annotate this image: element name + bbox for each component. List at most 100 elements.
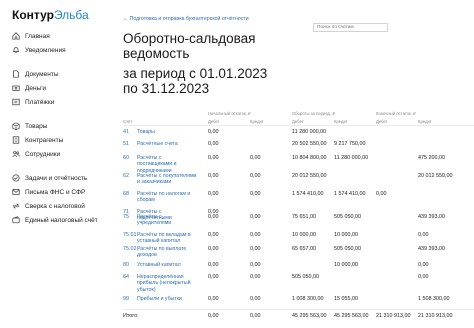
account-number[interactable]: 75: [123, 214, 129, 220]
main-content: ← Подготовка и отправка бухгалтерской от…: [108, 0, 474, 328]
total-closing-credit: 21 310 913,00: [418, 313, 453, 319]
sidebar-item-goods[interactable]: Товары: [12, 122, 47, 130]
account-number[interactable]: 75.02: [123, 246, 137, 252]
account-name[interactable]: Расчёты по выплате доходов: [137, 246, 197, 259]
account-number[interactable]: 51: [123, 141, 129, 147]
reconcile-icon: [12, 203, 20, 209]
opening-credit: 0,00: [250, 173, 261, 179]
sidebar: КонтурЭльба Главная Уведомления Документ…: [0, 0, 108, 328]
account-column-header: Счёт: [123, 119, 133, 124]
sidebar-item-label: Письма ФНС и СФР: [25, 188, 86, 196]
account-number[interactable]: 60: [123, 155, 129, 161]
search-input[interactable]: [313, 23, 388, 32]
sidebar-item-contractors[interactable]: Контрагенты: [12, 136, 63, 144]
sidebar-item-notifications[interactable]: Уведомления: [12, 46, 66, 54]
mail-icon: [12, 189, 20, 195]
opening-debit: 0,00: [208, 274, 219, 280]
sidebar-item-label: Уведомления: [25, 46, 66, 54]
sidebar-item-home[interactable]: Главная: [12, 32, 50, 40]
account-name[interactable]: Расчётные счета: [137, 141, 197, 147]
sidebar-item-label: Платёжки: [25, 98, 55, 106]
closing-credit-header: Кредит: [418, 119, 432, 124]
opening-debit: 0,00: [208, 246, 219, 252]
sidebar-item-label: Главная: [25, 32, 50, 40]
opening-credit: 0,00: [250, 191, 261, 197]
header-divider: [123, 125, 474, 126]
opening-credit: 0,00: [250, 214, 261, 220]
sidebar-item-tax-reconciliation[interactable]: Сверка с налоговой: [12, 202, 85, 210]
account-number[interactable]: 62: [123, 173, 129, 179]
turnover-credit: 10 000,00: [334, 262, 358, 268]
app-logo[interactable]: КонтурЭльба: [12, 8, 89, 22]
box-icon: [12, 122, 20, 130]
tasks-icon: [12, 174, 20, 182]
turnover-debit: 10 000,00: [292, 232, 316, 238]
sidebar-item-label: Единый налоговый счёт: [25, 216, 98, 224]
account-name[interactable]: Расчёты с поставщиками и подрядчиками: [137, 155, 197, 174]
opening-debit: 0,00: [208, 262, 219, 268]
account-number[interactable]: 41: [123, 129, 129, 135]
account-name[interactable]: Расчёты с учредителями: [137, 214, 197, 227]
account-number[interactable]: 80: [123, 262, 129, 268]
opening-debit: 0,00: [208, 141, 219, 147]
page-title-line-1: Оборотно-сальдовая: [123, 31, 256, 46]
turnover-debit: 11 280 000,00: [292, 129, 327, 135]
account-name[interactable]: Уставный капитал: [137, 262, 197, 268]
closing-balance-header: Конечный остаток, ₽: [376, 111, 416, 116]
sidebar-item-label: Задачи и отчётность: [25, 174, 88, 182]
page-title-line-2: ведомость: [123, 46, 190, 61]
home-icon: [12, 32, 20, 40]
closing-credit: 20 012 550,00: [418, 173, 453, 179]
document-icon: [13, 70, 19, 78]
sidebar-item-label: Сотрудники: [25, 150, 61, 158]
sidebar-item-payments[interactable]: Платёжки: [12, 98, 54, 106]
page-subtitle-line-1: за период с 01.01.2023: [123, 66, 268, 81]
account-name[interactable]: Нераспределённая прибыль (непокрытый убы…: [137, 274, 197, 293]
opening-debit: 0,00: [208, 296, 219, 302]
account-number[interactable]: 75.01: [123, 232, 137, 238]
total-closing-debit: 21 310 913,00: [376, 313, 411, 319]
turnover-debit: 1 008 300,00: [292, 296, 324, 302]
account-number[interactable]: 84: [123, 274, 129, 280]
closing-credit: 475 200,00: [418, 155, 445, 161]
sidebar-item-fns-letters[interactable]: Письма ФНС и СФР: [12, 188, 85, 196]
total-divider: [123, 309, 474, 310]
account-name[interactable]: Расчёты по налогам и сборам: [137, 191, 197, 204]
account-name[interactable]: Расчёты с покупателями и заказчиками: [137, 173, 197, 186]
sidebar-item-employees[interactable]: Сотрудники: [12, 150, 60, 158]
turnover-debit: 10 804 800,00: [292, 155, 327, 161]
total-opening-debit: 0,00: [208, 313, 219, 319]
contractors-icon: [12, 136, 20, 144]
turnover-header: Обороты за период, ₽: [292, 111, 335, 116]
account-number[interactable]: 99: [123, 296, 129, 302]
opening-debit: 0,00: [208, 155, 219, 161]
sidebar-item-tasks[interactable]: Задачи и отчётность: [12, 174, 87, 182]
employees-icon: [12, 151, 20, 158]
opening-debit: 0,00: [208, 214, 219, 220]
breadcrumb[interactable]: ← Подготовка и отправка бухгалтерской от…: [123, 16, 249, 22]
opening-balance-header: Начальный остаток, ₽: [208, 111, 251, 116]
closing-debit: 0,00: [376, 191, 387, 197]
closing-credit: 0,00: [418, 274, 429, 280]
opening-credit: 0,00: [250, 296, 261, 302]
sidebar-item-label: Документы: [25, 70, 59, 78]
account-number[interactable]: 68: [123, 191, 129, 197]
account-name[interactable]: Товары: [137, 129, 197, 135]
total-turnover-debit: 45 295 563,00: [292, 313, 327, 319]
tax-account-icon: [12, 216, 20, 224]
sidebar-item-label: Контрагенты: [25, 136, 64, 144]
closing-credit: 439 393,00: [418, 246, 445, 252]
account-name[interactable]: Прибыли и убытки: [137, 296, 197, 302]
payment-icon: [12, 98, 20, 106]
turnover-debit: 20 012 550,00: [292, 173, 327, 179]
opening-credit: 0,00: [250, 155, 261, 161]
opening-debit: 0,00: [208, 191, 219, 197]
sidebar-item-money[interactable]: Деньги: [12, 84, 46, 92]
closing-debit-header: Дебет: [376, 119, 388, 124]
logo-product: Эльба: [53, 8, 89, 22]
account-name[interactable]: Расчёты по вкладам в уставный капитал: [137, 232, 197, 245]
sidebar-item-documents[interactable]: Документы: [12, 70, 59, 78]
total-label: Итого:: [123, 313, 139, 319]
sidebar-item-tax-account[interactable]: Единый налоговый счёт: [12, 216, 98, 224]
opening-credit: 0,00: [250, 262, 261, 268]
